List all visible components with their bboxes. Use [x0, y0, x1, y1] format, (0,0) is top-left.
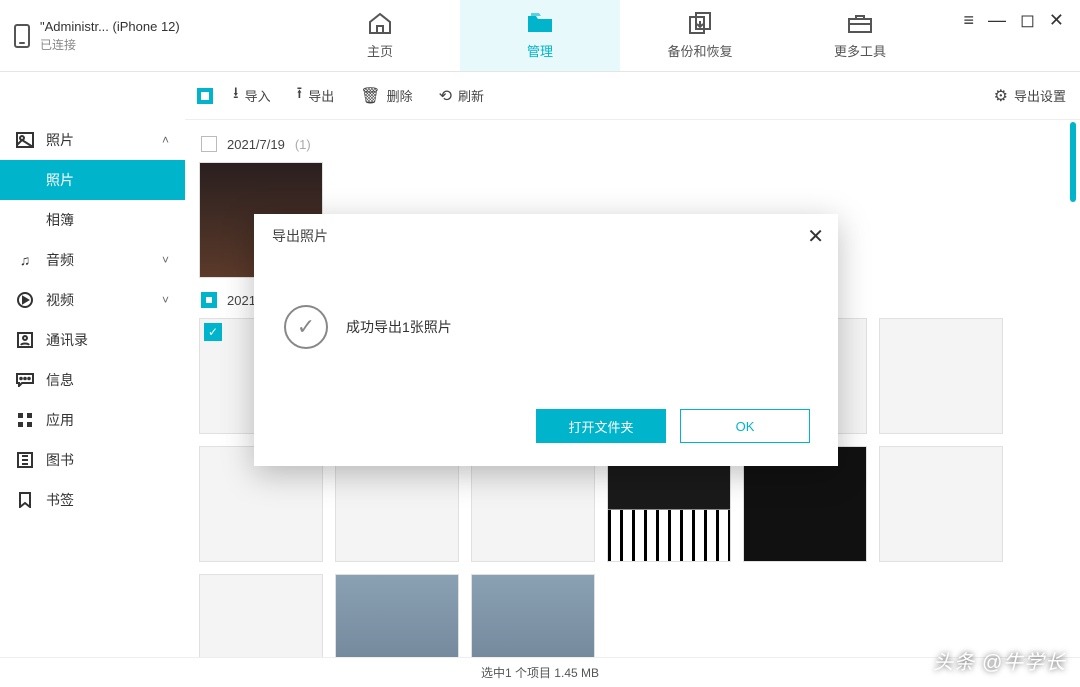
photo-thumbnail[interactable]	[335, 574, 459, 657]
phone-icon	[14, 24, 30, 48]
message-icon	[16, 371, 34, 389]
device-status: 已连接	[40, 36, 180, 53]
tab-home[interactable]: 主页	[300, 0, 460, 71]
cat-audio[interactable]: ♫ 音频 ˅	[0, 240, 185, 280]
cat-books[interactable]: 图书	[0, 440, 185, 480]
import-icon: ⭳	[233, 82, 239, 109]
tab-manage-label: 管理	[527, 41, 553, 60]
cat-video[interactable]: 视频 ˅	[0, 280, 185, 320]
cat-contacts[interactable]: 通讯录	[0, 320, 185, 360]
photo-icon	[16, 131, 34, 149]
export-settings-button[interactable]: ⚙导出设置	[994, 86, 1066, 106]
cat-messages[interactable]: 信息	[0, 360, 185, 400]
photo-thumbnail[interactable]	[879, 318, 1003, 434]
scrollbar-handle[interactable]	[1070, 122, 1076, 202]
main-tabs: 主页 管理 备份和恢复 更多工具	[300, 0, 963, 71]
photo-thumbnail[interactable]	[471, 574, 595, 657]
dialog-title: 导出照片	[272, 226, 328, 246]
tab-tools[interactable]: 更多工具	[780, 0, 940, 71]
folder-icon	[526, 11, 554, 35]
cat-apps[interactable]: 应用	[0, 400, 185, 440]
status-bar: 选中1 个项目 1.45 MB	[0, 657, 1080, 687]
sidebar: 照片 ˄ 照片 相簿 ♫ 音频 ˅ 视频 ˅ 通讯录 信息 应用 图书	[0, 120, 185, 657]
sidebar-item-photos[interactable]: 照片	[0, 160, 185, 200]
selection-status: 选中1 个项目 1.45 MB	[481, 664, 599, 681]
watermark: 头条 @牛学长	[933, 646, 1066, 675]
delete-button[interactable]: 🗑删除	[360, 86, 412, 106]
device-info: "Administr... (iPhone 12) 已连接	[0, 0, 300, 71]
book-icon	[16, 451, 34, 469]
apps-icon	[16, 411, 34, 429]
gear-icon: ⚙	[994, 86, 1008, 106]
music-icon: ♫	[16, 251, 34, 269]
maximize-button[interactable]: ◻	[1020, 11, 1035, 29]
ok-button[interactable]: OK	[680, 409, 810, 443]
photo-thumbnail[interactable]	[879, 446, 1003, 562]
cat-photos[interactable]: 照片 ˄	[0, 120, 185, 160]
open-folder-button[interactable]: 打开文件夹	[536, 409, 666, 443]
select-all-checkbox[interactable]	[197, 88, 213, 104]
device-name: "Administr... (iPhone 12)	[40, 19, 180, 34]
selected-check-icon	[204, 323, 222, 341]
tab-manage[interactable]: 管理	[460, 0, 620, 71]
play-icon	[16, 291, 34, 309]
photo-thumbnail[interactable]	[199, 574, 323, 657]
close-window-button[interactable]: ✕	[1049, 11, 1064, 29]
action-toolbar: ⭳导入 ⭱导出 🗑删除 ⟲刷新 ⚙导出设置	[185, 72, 1080, 120]
trash-icon: 🗑	[360, 86, 380, 106]
gallery-scrollbar[interactable]	[1070, 120, 1078, 657]
group-checkbox[interactable]	[201, 136, 217, 152]
date-group-header[interactable]: 2021/7/19 (1)	[201, 136, 1066, 152]
backup-icon	[686, 11, 714, 35]
bookmark-icon	[16, 491, 34, 509]
dialog-message: 成功导出1张照片	[346, 317, 452, 337]
refresh-icon: ⟲	[439, 86, 452, 106]
refresh-button[interactable]: ⟲刷新	[439, 86, 484, 106]
close-dialog-button[interactable]: ✕	[807, 224, 824, 249]
tab-backup[interactable]: 备份和恢复	[620, 0, 780, 71]
chevron-down-icon: ˅	[162, 293, 169, 307]
toolbox-icon	[846, 11, 874, 35]
export-icon: ⭱	[297, 82, 303, 109]
tab-home-label: 主页	[367, 41, 393, 60]
tab-tools-label: 更多工具	[834, 41, 886, 60]
export-dialog: 导出照片 ✕ ✓ 成功导出1张照片 打开文件夹 OK	[254, 214, 838, 466]
group-checkbox[interactable]	[201, 292, 217, 308]
chevron-down-icon: ˅	[162, 253, 169, 267]
success-check-icon: ✓	[284, 305, 328, 349]
menu-icon[interactable]: ≡	[963, 11, 974, 29]
window-controls: ≡ — ◻ ✕	[963, 0, 1080, 30]
sidebar-item-albums[interactable]: 相簿	[0, 200, 185, 240]
contact-icon	[16, 331, 34, 349]
import-button[interactable]: ⭳导入	[233, 82, 271, 109]
home-icon	[366, 11, 394, 35]
cat-bookmarks[interactable]: 书签	[0, 480, 185, 520]
export-button[interactable]: ⭱导出	[297, 82, 335, 109]
minimize-button[interactable]: —	[988, 11, 1006, 29]
title-bar: "Administr... (iPhone 12) 已连接 主页 管理 备份和恢…	[0, 0, 1080, 72]
tab-backup-label: 备份和恢复	[667, 41, 732, 60]
chevron-up-icon: ˄	[162, 133, 169, 147]
